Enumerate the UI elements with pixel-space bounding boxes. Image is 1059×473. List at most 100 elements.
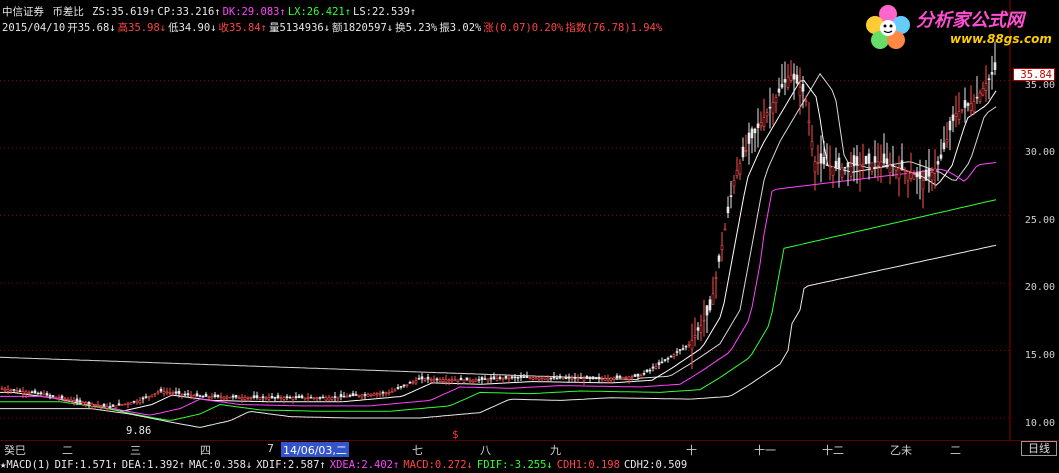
- macd-value: MACD:0.272↓: [403, 459, 473, 471]
- candle-body: [33, 390, 37, 394]
- time-axis-label: 乙未: [890, 444, 912, 457]
- price-tick-label: 25.00: [1024, 215, 1055, 226]
- candle-body: [495, 378, 499, 381]
- candle-body: [813, 161, 817, 173]
- candle-body: [342, 395, 346, 398]
- candle-body: [162, 391, 166, 394]
- candle-body: [384, 392, 388, 395]
- time-axis-label: 四: [200, 444, 211, 457]
- candle-body: [657, 362, 661, 365]
- candle-body: [333, 396, 337, 398]
- candle-body: [507, 377, 511, 380]
- candle-body: [987, 78, 991, 81]
- candle-body: [144, 396, 148, 398]
- candle-body: [858, 164, 862, 171]
- candle-body: [948, 120, 952, 131]
- candle-body: [327, 397, 331, 401]
- candle-body: [624, 376, 628, 379]
- candle-body: [717, 255, 721, 262]
- candle-body: [642, 373, 646, 375]
- candle-body: [627, 376, 631, 380]
- candle-body: [459, 377, 463, 381]
- candle-body: [393, 389, 397, 392]
- candle-body: [378, 392, 382, 395]
- candle-body: [894, 166, 898, 171]
- candle-body: [951, 114, 955, 121]
- candle-body: [441, 379, 445, 382]
- candle-body: [582, 378, 586, 381]
- candle-body: [654, 366, 658, 369]
- candle-body: [321, 396, 325, 399]
- candle-body: [756, 123, 760, 129]
- candle-body: [585, 376, 589, 379]
- candle-body: [102, 403, 106, 407]
- candle-body: [957, 111, 961, 120]
- candle-body: [75, 398, 79, 402]
- candle-body: [450, 379, 454, 382]
- candle-body: [540, 377, 544, 380]
- price-chart[interactable]: [0, 0, 1059, 473]
- candle-body: [150, 394, 154, 398]
- candle-body: [759, 122, 763, 127]
- candle-body: [924, 169, 928, 181]
- candle-body: [723, 228, 727, 231]
- quote-value-7: 换5.23%: [395, 22, 438, 34]
- candle-body: [903, 170, 907, 172]
- candle-body: [423, 378, 427, 381]
- macd-indicator-row[interactable]: ★MACD(1) DIF:1.571↑ DEA:1.392↑ MAC:0.358↓ XD…: [0, 457, 1059, 473]
- candle-body: [660, 361, 664, 364]
- candle-body: [192, 395, 196, 399]
- candle-body: [906, 171, 910, 181]
- candle-body: [159, 388, 163, 392]
- candle-body: [816, 162, 820, 164]
- candle-body: [561, 377, 565, 380]
- candle-body: [420, 376, 424, 380]
- candle-body: [744, 149, 748, 152]
- candle-body: [804, 100, 808, 103]
- candle-body: [255, 395, 259, 398]
- candle-body: [789, 74, 793, 81]
- candle-body: [27, 391, 31, 394]
- candle-body: [609, 377, 613, 381]
- candle-body: [939, 154, 943, 159]
- candle-body: [603, 378, 607, 381]
- candle-body: [21, 391, 25, 394]
- quote-value-8: 振3.02%: [439, 22, 482, 34]
- candle-body: [366, 394, 370, 397]
- candle-body: [249, 397, 253, 399]
- period-button[interactable]: 日线: [1021, 441, 1057, 456]
- candle-body: [597, 376, 601, 380]
- candle-body: [843, 166, 847, 169]
- candle-body: [285, 396, 289, 399]
- candle-body: [72, 400, 76, 402]
- candle-body: [621, 376, 625, 380]
- candle-body: [147, 395, 151, 398]
- candle-body: [882, 153, 886, 164]
- candle-body: [3, 388, 7, 391]
- candle-body: [606, 378, 610, 381]
- candle-body: [81, 402, 85, 405]
- candle-body: [288, 396, 292, 399]
- candle-body: [276, 395, 280, 399]
- macd-value: XDIF:2.587↑: [256, 459, 326, 471]
- candle-body: [15, 390, 19, 393]
- candle-body: [879, 161, 883, 168]
- candle-body: [351, 393, 355, 396]
- candle-body: [528, 377, 532, 379]
- candle-body: [219, 396, 223, 399]
- candle-body: [633, 374, 637, 377]
- candle-body: [690, 340, 694, 350]
- candle-body: [498, 376, 502, 379]
- time-axis-label: 二: [950, 444, 961, 457]
- candle-body: [318, 397, 322, 399]
- header-line-2: 2015/04/10 开35.68↓ 高35.98↓ 低34.90↓ 收35.84↑ 量5…: [2, 20, 666, 35]
- candle-body: [762, 117, 766, 127]
- candle-body: [693, 335, 697, 338]
- candle-body: [141, 397, 145, 400]
- candle-body: [972, 101, 976, 113]
- candle-body: [891, 164, 895, 167]
- candle-body: [855, 156, 859, 166]
- candle-body: [444, 379, 448, 383]
- candle-body: [993, 62, 997, 70]
- candle-body: [300, 395, 304, 399]
